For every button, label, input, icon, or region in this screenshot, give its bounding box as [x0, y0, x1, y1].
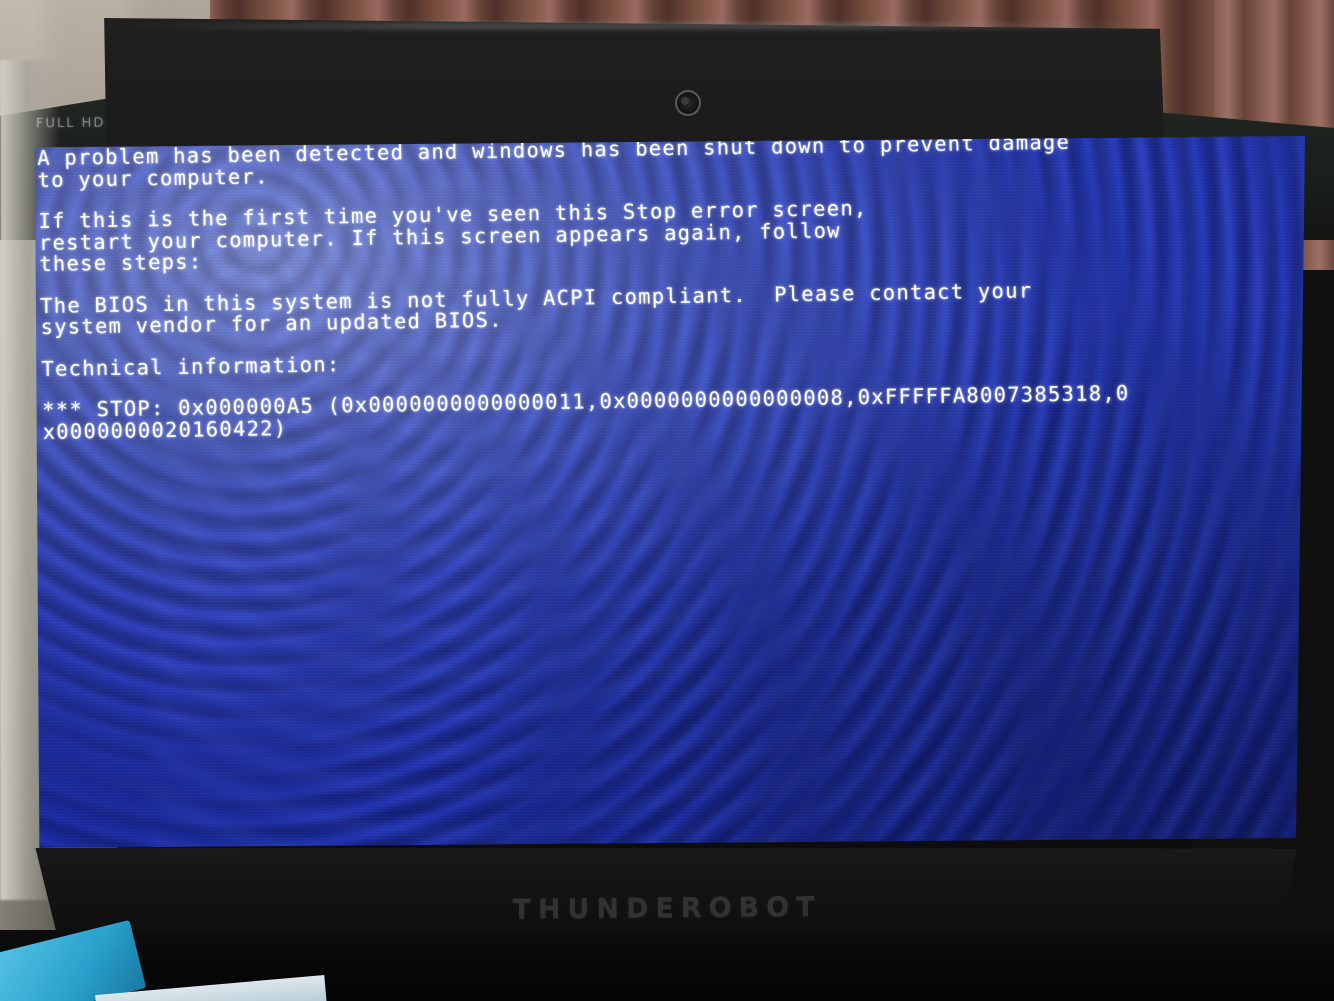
- laptop: FULL HD A problem has been detected and …: [0, 0, 1334, 1001]
- bsod-line: Technical information:: [41, 351, 341, 381]
- bezel-full-hd-label: FULL HD: [35, 115, 106, 132]
- bsod-paragraph-technical-heading: Technical information:: [41, 338, 1305, 381]
- laptop-screen: A problem has been detected and windows …: [34, 136, 1305, 848]
- bsod-message: A problem has been detected and windows …: [37, 136, 1305, 443]
- lid-top-highlight: [120, 22, 1180, 30]
- bsod-paragraph-bios-acpi: The BIOS in this system is not fully ACP…: [40, 275, 1305, 339]
- webcam-lens: [681, 97, 689, 105]
- bsod-paragraph-first-time: If this is the first time you've seen th…: [38, 191, 1305, 276]
- photograph-of-laptop: FULL HD A problem has been detected and …: [0, 0, 1334, 1001]
